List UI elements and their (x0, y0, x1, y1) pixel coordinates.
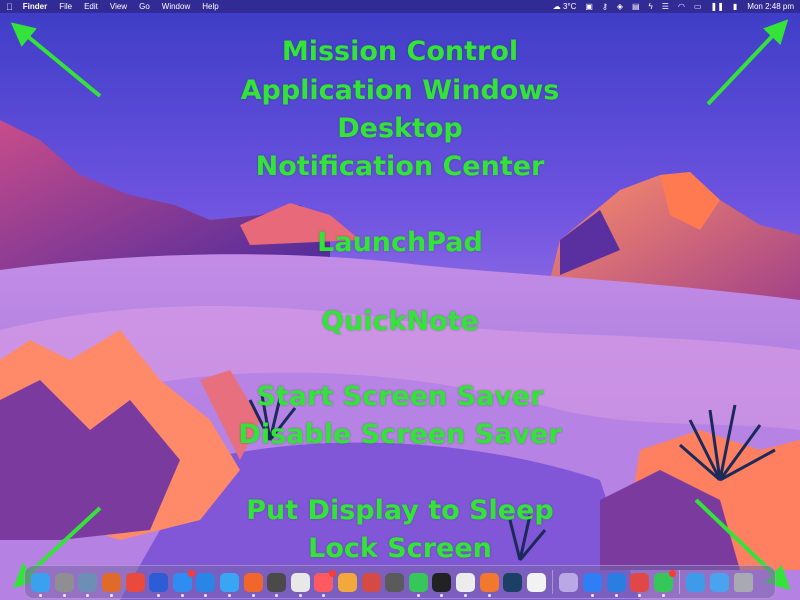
dock-app-mail[interactable] (172, 569, 195, 597)
dock-app-downloads[interactable] (709, 572, 729, 592)
toggle-icon[interactable]: ☰ (662, 2, 669, 11)
menu-view[interactable]: View (110, 2, 127, 11)
dock-app-burst[interactable] (479, 572, 499, 597)
menu-help[interactable]: Help (202, 2, 218, 11)
menu-bar:  Finder File Edit View Go Window Help ☁… (0, 0, 800, 13)
clipboard-icon[interactable]: ▤ (632, 2, 640, 11)
dock-app-firefox-nightly[interactable] (102, 572, 122, 597)
dock-app-app-store[interactable] (582, 572, 602, 597)
dock-app-stack[interactable] (559, 572, 579, 592)
dock-app-bear[interactable] (361, 572, 381, 592)
menu-bar-left:  Finder File Edit View Go Window Help (6, 2, 231, 12)
menu-window[interactable]: Window (162, 2, 190, 11)
dock-app-finder[interactable] (31, 572, 51, 597)
dock-app-calendar[interactable] (125, 572, 145, 592)
dock-app-bird[interactable] (606, 572, 626, 597)
dock-app-photo-cloud[interactable] (267, 572, 287, 597)
bolt-icon[interactable]: ϟ (649, 2, 653, 11)
apple-icon[interactable]:  (6, 2, 13, 12)
dock-app-lens[interactable] (385, 572, 405, 592)
menu-go[interactable]: Go (139, 2, 150, 11)
dock-app-trash[interactable] (733, 572, 753, 592)
dock-app-tes[interactable] (338, 572, 358, 592)
dock-app-chatgpt[interactable] (455, 572, 475, 597)
menu-bar-status: ☁ 3°C ▣ ⚷ ◈ ▤ ϟ ☰ ◠ ▭ ❚❚ ▮ Mon 2:48 pm (544, 2, 794, 11)
wifi-icon[interactable]: ◠ (678, 2, 685, 11)
notification-badge (668, 569, 676, 577)
key-icon[interactable]: ⚷ (602, 2, 608, 11)
dock-app-messages[interactable] (408, 572, 428, 597)
notification-badge (187, 569, 195, 577)
weather-temp: 3°C (562, 2, 577, 11)
display-icon[interactable]: ▭ (694, 2, 702, 11)
weather-status[interactable]: ☁ 3°C (553, 2, 577, 11)
menu-file[interactable]: File (59, 2, 72, 11)
bag-icon[interactable]: ▣ (585, 2, 593, 11)
dock-app-launchpad[interactable] (54, 572, 74, 597)
shield-icon[interactable]: ◈ (617, 2, 623, 11)
pause-icon[interactable]: ❚❚ (710, 2, 723, 11)
dock-app-terminal[interactable] (432, 572, 452, 597)
dock-separator (552, 570, 554, 594)
dock-app-slack[interactable] (290, 572, 310, 597)
dock-app-openai[interactable] (526, 572, 546, 592)
dock-app-firefox[interactable] (243, 572, 263, 597)
notification-badge (329, 569, 337, 577)
dock-app-safari[interactable] (220, 572, 240, 597)
menu-app-name[interactable]: Finder (23, 2, 47, 11)
dock-app-preview[interactable] (78, 572, 98, 597)
dock-app-folder-blue[interactable] (686, 572, 706, 592)
menu-edit[interactable]: Edit (84, 2, 98, 11)
menu-clock[interactable]: Mon 2:48 pm (747, 2, 794, 11)
dock-app-xcode-like[interactable] (503, 572, 523, 592)
dock (24, 565, 776, 599)
dock-app-facetime[interactable] (653, 569, 676, 597)
dock-separator (679, 570, 681, 594)
dock-app-craft[interactable] (314, 569, 337, 597)
battery-icon[interactable]: ▮ (733, 2, 737, 11)
dock-app-messages-alt[interactable] (196, 572, 216, 597)
dock-app-reminders[interactable] (149, 572, 169, 597)
desktop-wallpaper (0, 0, 800, 600)
dock-app-grid[interactable] (630, 572, 650, 597)
